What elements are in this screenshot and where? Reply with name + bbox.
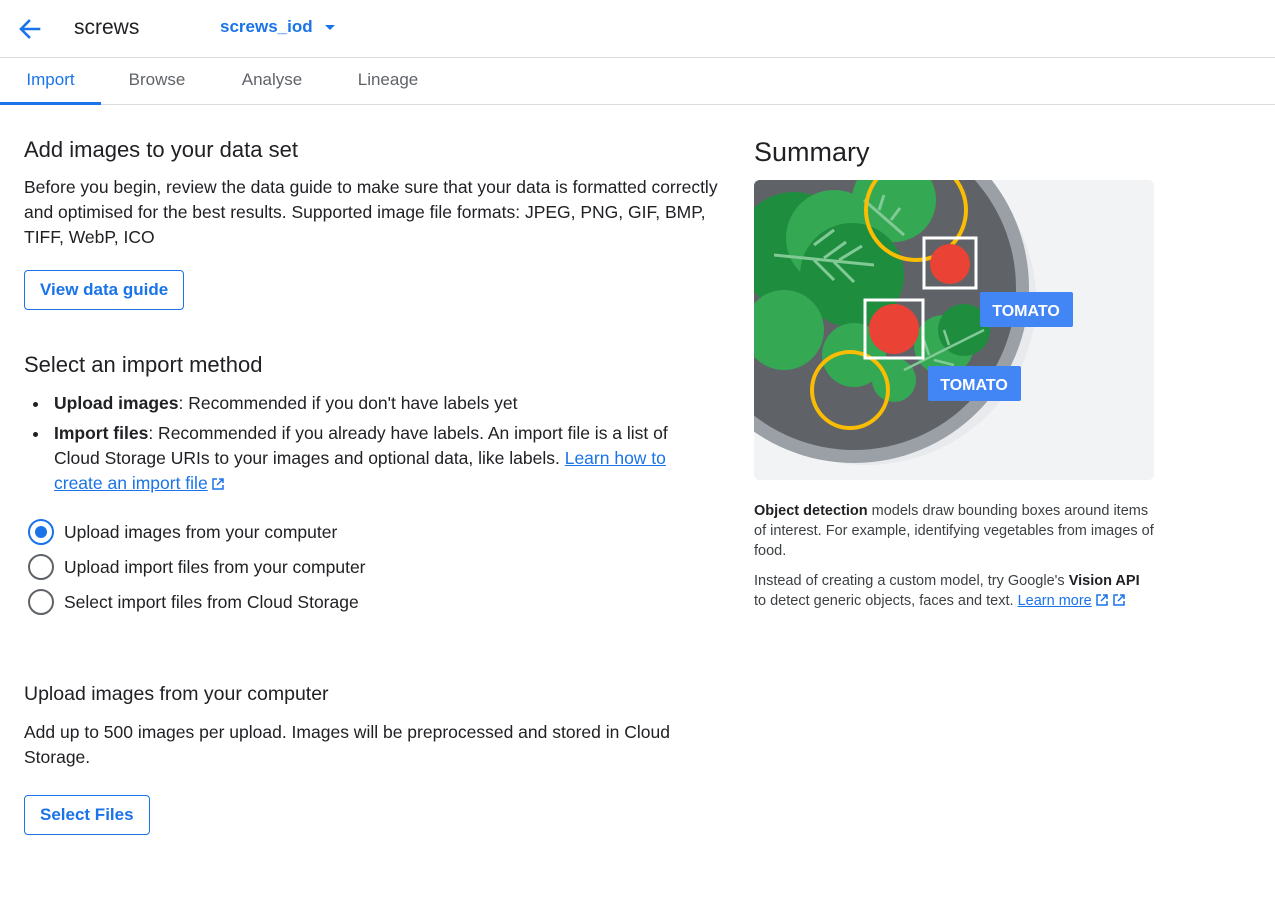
- tab-import[interactable]: Import: [0, 58, 101, 105]
- summary-text: to detect generic objects, faces and tex…: [754, 593, 1018, 609]
- tomato-label-2: TOMATO: [940, 377, 1008, 394]
- dataset-dropdown-label: screws_iod: [220, 17, 313, 36]
- view-data-guide-button[interactable]: View data guide: [24, 270, 185, 310]
- import-method-list: Upload images: Recommended if you don't …: [30, 391, 680, 501]
- salad-bowl-illustration: TOMATO TOMATO: [754, 180, 1154, 480]
- upload-description: Add up to 500 images per upload. Images …: [24, 722, 670, 767]
- radio-select-cloud-storage[interactable]: Select import files from Cloud Storage: [28, 587, 359, 617]
- list-item: Upload images: Recommended if you don't …: [30, 391, 680, 416]
- tab-analyse[interactable]: Analyse: [226, 58, 318, 104]
- radio-unchecked-icon[interactable]: [28, 554, 54, 580]
- radio-label: Upload images from your computer: [64, 521, 338, 542]
- arrow-back-icon: [19, 19, 41, 39]
- tab-bar: Import Browse Analyse Lineage: [0, 58, 1275, 105]
- import-method-heading: Select an import method: [24, 352, 263, 377]
- page-title: screws: [74, 16, 140, 39]
- add-images-description: Before you begin, review the data guide …: [24, 177, 718, 247]
- tomato-label-1: TOMATO: [992, 303, 1060, 320]
- bullet-bold: Import files: [54, 423, 149, 443]
- radio-unchecked-icon[interactable]: [28, 589, 54, 615]
- external-link-icon: [211, 478, 224, 490]
- external-link-icon: [1095, 594, 1108, 606]
- radio-upload-images[interactable]: Upload images from your computer: [28, 517, 337, 547]
- bullet-dot: [33, 432, 38, 437]
- external-link-icon: [1112, 594, 1125, 606]
- object-detection-illustration: TOMATO TOMATO: [754, 180, 1154, 480]
- select-files-button[interactable]: Select Files: [24, 795, 150, 835]
- radio-checked-icon[interactable]: [28, 519, 54, 545]
- radio-upload-import-files[interactable]: Upload import files from your computer: [28, 552, 366, 582]
- summary-description: Object detection models draw bounding bo…: [754, 501, 1154, 561]
- summary-title: Summary: [754, 137, 870, 167]
- radio-label: Select import files from Cloud Storage: [64, 591, 359, 612]
- dataset-dropdown[interactable]: screws_iod: [220, 17, 335, 37]
- add-images-heading: Add images to your data set: [24, 137, 298, 162]
- vision-api-bold: Vision API: [1068, 573, 1140, 589]
- tab-lineage[interactable]: Lineage: [342, 58, 434, 104]
- back-button[interactable]: [14, 14, 44, 44]
- summary-bold: Object detection: [754, 503, 868, 519]
- tab-browse[interactable]: Browse: [113, 58, 201, 104]
- radio-label: Upload import files from your computer: [64, 556, 366, 577]
- list-item: Import files: Recommended if you already…: [30, 421, 680, 496]
- bullet-dot: [33, 402, 38, 407]
- learn-more-link-label: Learn more: [1017, 593, 1092, 609]
- bullet-text: : Recommended if you don't have labels y…: [178, 393, 518, 413]
- bullet-bold: Upload images: [54, 393, 179, 413]
- upload-heading: Upload images from your computer: [24, 683, 329, 705]
- summary-text: Instead of creating a custom model, try …: [754, 573, 1069, 589]
- summary-vision-api: Instead of creating a custom model, try …: [754, 571, 1154, 611]
- caret-down-icon: [324, 24, 335, 30]
- learn-more-link[interactable]: Learn more: [1018, 593, 1109, 609]
- top-bar: screws screws_iod: [0, 0, 1275, 58]
